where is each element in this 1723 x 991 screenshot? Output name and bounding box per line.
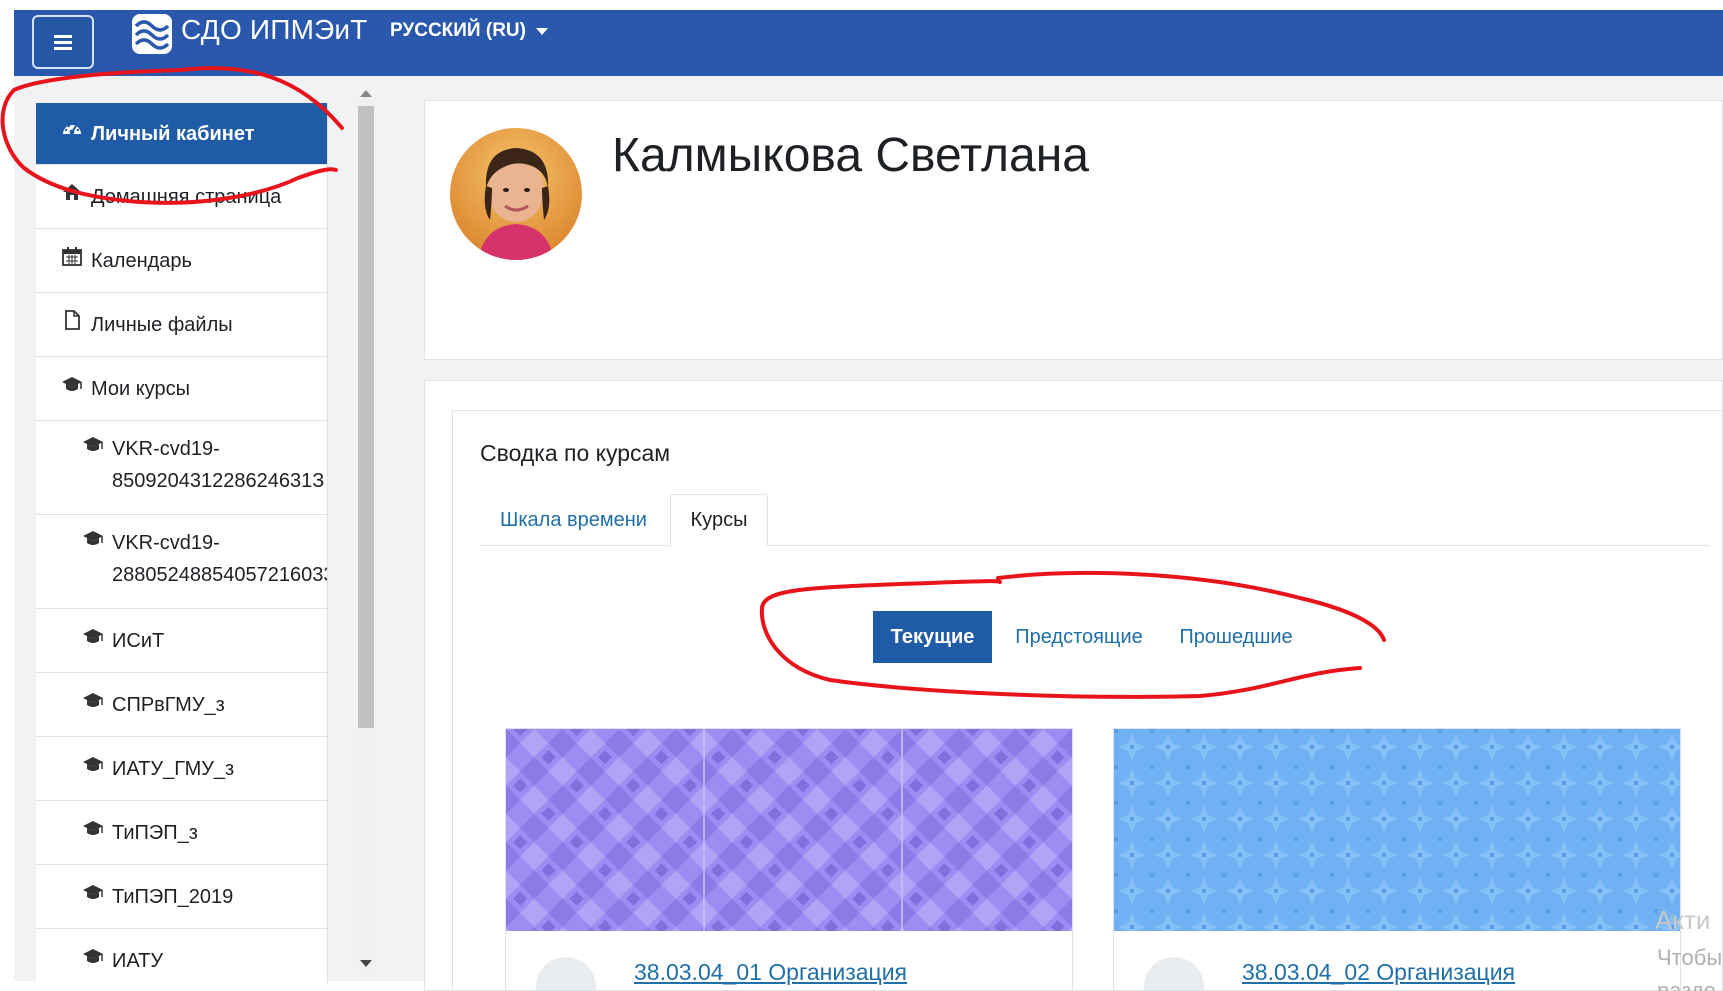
graduation-cap-icon: [82, 433, 104, 455]
filter-future-button[interactable]: Предстоящие: [1005, 611, 1153, 663]
tab-courses[interactable]: Курсы: [670, 494, 768, 546]
graduation-cap-icon: [82, 753, 104, 775]
sidebar-item-dashboard[interactable]: Личный кабинет: [36, 103, 327, 165]
sidebar-item-course-isit[interactable]: ИСиТ: [36, 609, 327, 673]
sidebar-item-home[interactable]: Домашняя страница: [36, 165, 327, 229]
activation-watermark-text: разде: [1657, 978, 1716, 991]
filter-current-button[interactable]: Текущие: [873, 611, 992, 663]
sidebar-scrollbar-thumb[interactable]: [358, 106, 374, 728]
screen: СДО ИПМЭиТ РУССКИЙ (RU) Личный кабинет Д…: [0, 0, 1723, 991]
filter-past-button[interactable]: Прошедшие: [1165, 611, 1307, 663]
graduation-cap-icon: [61, 373, 83, 395]
course-progress-circle: [536, 957, 596, 990]
sidebar-item-label: Домашняя страница: [91, 186, 282, 208]
course-image[interactable]: [506, 729, 1073, 931]
sidebar-item-course-vkr-1[interactable]: VKR-cvd19- 850920431228624631З: [36, 421, 327, 515]
sidebar-item-label: VKR-cvd19- 850920431228624631З: [112, 433, 324, 497]
sidebar-item-calendar[interactable]: Календарь: [36, 229, 327, 293]
caret-down-icon: [535, 27, 548, 35]
sidebar-item-label: Личные файлы: [91, 314, 233, 336]
sidebar-item-course-iatu[interactable]: ИАТУ: [36, 929, 327, 983]
graduation-cap-icon: [82, 945, 104, 967]
sidebar-item-label: ТиПЭП_з: [112, 822, 198, 844]
sidebar-item-label: ТиПЭП_2019: [112, 886, 234, 908]
sidebar-item-label: ИСиТ: [112, 630, 165, 652]
sidebar-item-course-iatu-gmu[interactable]: ИАТУ_ГМУ_з: [36, 737, 327, 801]
sidebar-item-course-tipep-2019[interactable]: ТиПЭП_2019: [36, 865, 327, 929]
course-image[interactable]: [1114, 729, 1681, 931]
language-label: РУССКИЙ (RU): [390, 20, 526, 41]
calendar-icon: [61, 245, 83, 267]
course-title-link[interactable]: 38.03.04_02 Организация: [1242, 959, 1515, 986]
activation-watermark-title: Акти: [1655, 905, 1711, 935]
language-selector[interactable]: РУССКИЙ (RU): [390, 20, 548, 42]
sidebar-item-private-files[interactable]: Личные файлы: [36, 293, 327, 357]
graduation-cap-icon: [82, 527, 104, 549]
graduation-cap-icon: [82, 881, 104, 903]
course-name-line2: 28805248854057216033: [112, 564, 328, 586]
course-title-link[interactable]: 38.03.04_01 Организация: [634, 959, 907, 986]
sidebar-item-course-sprvgmu[interactable]: СПРвГМУ_з: [36, 673, 327, 737]
user-avatar[interactable]: [450, 128, 582, 260]
sidebar-item-label: ИАТУ: [112, 950, 164, 972]
hamburger-icon: [54, 35, 72, 50]
home-icon: [61, 181, 83, 203]
graduation-cap-icon: [82, 817, 104, 839]
user-full-name: Калмыкова Светлана: [612, 129, 1089, 182]
course-name-line1: VKR-cvd19-: [112, 532, 220, 554]
scroll-up-arrow-icon[interactable]: [360, 90, 372, 97]
dashboard-icon: [61, 118, 83, 140]
graduation-cap-icon: [82, 689, 104, 711]
hamburger-menu-button[interactable]: [32, 15, 94, 69]
sidebar-item-course-vkr-2[interactable]: VKR-cvd19- 28805248854057216033: [36, 515, 328, 609]
course-name-line2: 850920431228624631З: [112, 470, 325, 492]
course-progress-circle: [1144, 957, 1204, 990]
site-logo-icon[interactable]: [130, 12, 174, 56]
file-icon: [61, 309, 83, 331]
sidebar-item-label: VKR-cvd19- 28805248854057216033: [112, 527, 328, 591]
sidebar-item-label: Личный кабинет: [91, 123, 255, 145]
sidebar-item-course-tipep-z[interactable]: ТиПЭП_з: [36, 801, 327, 865]
sidebar-item-label: СПРвГМУ_з: [112, 694, 225, 716]
site-name-link[interactable]: СДО ИПМЭиТ: [181, 14, 368, 46]
sidebar-item-label: Календарь: [91, 250, 192, 272]
course-card[interactable]: 38.03.04_01 Организация: [505, 728, 1073, 991]
course-card[interactable]: 38.03.04_02 Организация: [1113, 728, 1681, 991]
course-overview-title: Сводка по курсам: [480, 440, 671, 466]
scroll-down-arrow-icon[interactable]: [360, 960, 372, 967]
activation-watermark-text: Чтобы: [1657, 945, 1723, 970]
sidebar-item-my-courses[interactable]: Мои курсы: [36, 357, 327, 421]
graduation-cap-icon: [82, 625, 104, 647]
course-name-line1: VKR-cvd19-: [112, 438, 220, 460]
tab-timeline[interactable]: Шкала времени: [480, 494, 667, 546]
sidebar-item-label: Мои курсы: [91, 378, 190, 400]
sidebar-nav: Личный кабинет Домашняя страница Календа…: [36, 103, 328, 983]
sidebar-item-label: ИАТУ_ГМУ_з: [112, 758, 235, 780]
